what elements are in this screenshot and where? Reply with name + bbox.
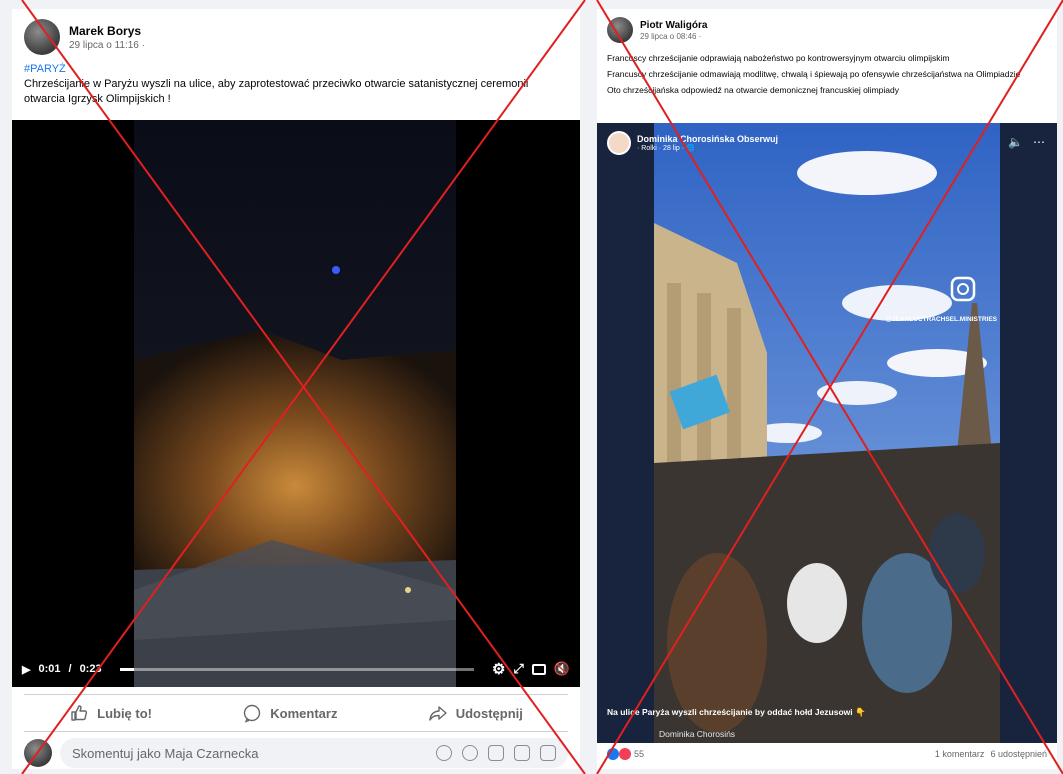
right-post-body: Francuscy chrześcijanie odprawiają naboż…: [607, 53, 1047, 96]
reel-sub-label: Dominika Chorosińs: [659, 729, 736, 739]
volume-icon[interactable]: 🔈: [1008, 135, 1023, 149]
comment-bubble-icon: [244, 704, 261, 723]
left-video-frame: [12, 120, 580, 687]
globe-icon: 🌐: [686, 145, 695, 152]
left-hashtag[interactable]: #PARYŻ: [24, 63, 564, 75]
right-post-line-3: Oto chrześcijańska odpowiedź na otwarcie…: [607, 85, 899, 95]
commenter-avatar[interactable]: [24, 739, 52, 767]
right-post-footer: 55 1 komentarz 6 udostępnień: [607, 748, 1047, 760]
emoji-icon[interactable]: [462, 745, 478, 761]
right-author-avatar[interactable]: [607, 17, 633, 43]
video-time-separator: /: [68, 663, 72, 675]
share-arrow-icon: [429, 706, 447, 721]
thumbs-up-icon: [71, 705, 88, 721]
comment-tools: [436, 745, 556, 761]
left-author-name[interactable]: Marek Borys: [69, 24, 145, 38]
left-post-card: Marek Borys 29 lipca o 11:16 · #PARYŻ Ch…: [12, 9, 580, 769]
left-action-bar: Lubię to! Komentarz Udostępnij: [24, 694, 568, 732]
engagement-counts: 1 komentarz 6 udostępnień: [935, 749, 1047, 759]
video-current-time: 0:01: [38, 663, 61, 675]
video-progress-bar[interactable]: [119, 667, 474, 671]
mute-icon[interactable]: 🔇: [554, 661, 570, 677]
reaction-count: 55: [634, 749, 645, 759]
right-post-time[interactable]: 29 lipca o 08:46 ·: [640, 32, 707, 41]
reel-meta: · Rolki · 28 lip · 🌐: [637, 144, 778, 152]
comment-input[interactable]: Skomentuj jako Maja Czarnecka: [60, 738, 568, 768]
comment-count[interactable]: 1 komentarz: [935, 749, 985, 759]
like-button[interactable]: Lubię to!: [59, 697, 162, 729]
reel-header: Dominika Chorosińska Obserwuj · Rolki · …: [607, 131, 778, 155]
right-post-header: Piotr Waligóra 29 lipca o 08:46 ·: [607, 17, 707, 43]
reaction-summary[interactable]: 55: [607, 748, 644, 760]
left-video-player[interactable]: ▶ 0:01 / 0:23 ⚙ ⤢ 🔇: [12, 120, 580, 687]
gif-icon[interactable]: [514, 745, 530, 761]
avatar-sticker-icon[interactable]: [436, 745, 452, 761]
more-options-icon[interactable]: ⋯: [1033, 135, 1045, 149]
share-count[interactable]: 6 udostępnień: [990, 749, 1047, 759]
reel-watermark: @JEANLUCTRACHSEL.MINISTRIES: [885, 316, 997, 323]
fullscreen-icon[interactable]: ⤢: [513, 661, 523, 677]
right-post-card: Piotr Waligóra 29 lipca o 08:46 · Francu…: [597, 9, 1057, 769]
right-post-line-1: Francuscy chrześcijanie odprawiają naboż…: [607, 53, 950, 63]
settings-gear-icon[interactable]: ⚙: [492, 660, 505, 678]
reel-caption: Na ulice Paryża wyszli chrześcijanie by …: [607, 707, 866, 717]
reel-author-avatar[interactable]: [607, 131, 631, 155]
comment-label: Komentarz: [270, 705, 338, 721]
left-post-text: Chrześcijanie w Paryżu wyszli na ulice, …: [24, 78, 529, 105]
right-post-line-2: Francuscy chrześcijanie odmawiają modlit…: [607, 69, 1021, 79]
share-button[interactable]: Udostępnij: [418, 697, 533, 729]
camera-icon[interactable]: [488, 745, 504, 761]
reel-top-controls: 🔈 ⋯: [1008, 135, 1045, 149]
right-author-name[interactable]: Piotr Waligóra: [640, 20, 707, 31]
like-reaction-icon: [607, 748, 619, 760]
play-icon[interactable]: ▶: [22, 663, 30, 676]
comment-placeholder: Skomentuj jako Maja Czarnecka: [72, 745, 259, 761]
left-author-avatar[interactable]: [24, 19, 60, 55]
like-label: Lubię to!: [97, 705, 153, 721]
left-video-controls: ▶ 0:01 / 0:23 ⚙ ⤢ 🔇: [12, 651, 580, 687]
comment-button[interactable]: Komentarz: [232, 697, 347, 729]
sticker-icon[interactable]: [540, 745, 556, 761]
left-comment-row: Skomentuj jako Maja Czarnecka: [24, 738, 568, 768]
left-post-time[interactable]: 29 lipca o 11:16 ·: [69, 40, 145, 51]
left-post-header: Marek Borys 29 lipca o 11:16 ·: [24, 19, 145, 55]
love-reaction-icon: [619, 748, 631, 760]
right-reel-frame: [597, 123, 1057, 743]
left-post-body: #PARYŻ Chrześcijanie w Paryżu wyszli na …: [24, 63, 564, 107]
video-progress-fill: [119, 667, 134, 671]
right-reel-player[interactable]: Dominika Chorosińska Obserwuj · Rolki · …: [597, 123, 1057, 743]
reel-author-name[interactable]: Dominika Chorosińska Obserwuj: [637, 134, 778, 144]
miniplayer-icon[interactable]: [531, 663, 546, 675]
screenshot-stage: Marek Borys 29 lipca o 11:16 · #PARYŻ Ch…: [0, 0, 1063, 774]
reel-meta-text: · Rolki · 28 lip ·: [637, 145, 687, 152]
share-label: Udostępnij: [455, 705, 523, 721]
video-duration: 0:23: [79, 663, 102, 675]
